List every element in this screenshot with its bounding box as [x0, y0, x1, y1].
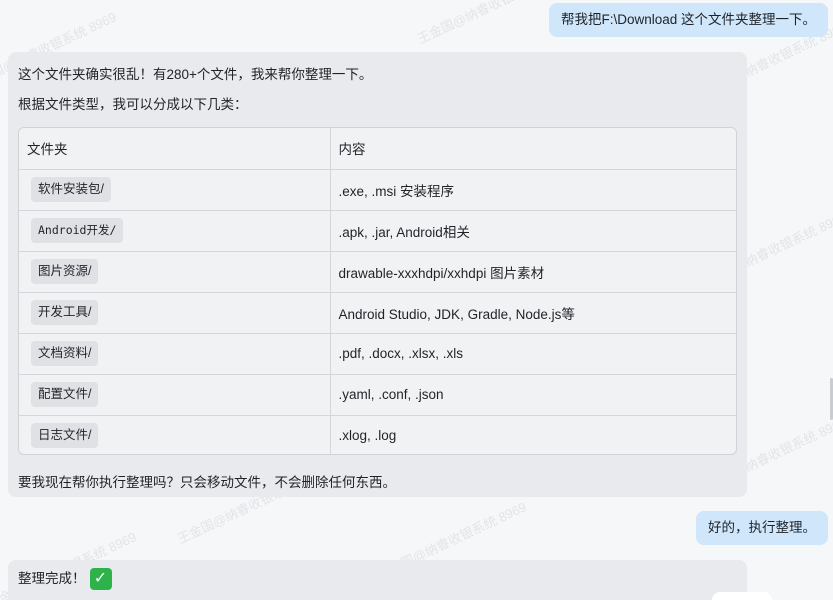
assistant-message: 这个文件夹确实很乱！有280+个文件，我来帮你整理一下。 根据文件类型，我可以分… [8, 52, 747, 497]
table-row: 文档资料/ .pdf, .docx, .xlsx, .xls [19, 333, 736, 375]
user-message: 好的，执行整理。 [696, 511, 828, 545]
assistant-lead-text: 根据文件类型，我可以分成以下几类： [18, 97, 248, 112]
assistant-done-line: 整理完成！ ✓ [18, 567, 112, 591]
folder-name-code: 日志文件/ [31, 423, 99, 449]
assistant-question-text: 要我现在帮你执行整理吗？只会移动文件，不会删除任何东西。 [18, 475, 396, 490]
assistant-message: 整理完成！ ✓ [8, 560, 747, 600]
folder-name-code: Android开发/ [31, 218, 124, 243]
folder-name-code: 软件安装包/ [31, 177, 111, 202]
user-message-text: 帮我把F:\Download 这个文件夹整理一下。 [560, 12, 816, 27]
table-row: 配置文件/ .yaml, .conf, .json [19, 374, 736, 416]
folder-name-code: 图片资源/ [31, 259, 99, 284]
table-header-row: 文件夹 内容 [19, 128, 736, 170]
folder-content-cell: .yaml, .conf, .json [330, 374, 736, 416]
folder-content-cell: .apk, .jar, Android相关 [330, 210, 736, 252]
folder-name-code: 文档资料/ [31, 341, 99, 366]
chat-area: 王金国@纳睿收银系统 8969 王金国@纳睿收银系统 8969 王金国@纳睿收银… [0, 0, 833, 600]
next-message-edge [712, 592, 772, 600]
folder-content-cell: Android Studio, JDK, Gradle, Node.js等 [330, 292, 736, 334]
folder-content-cell: drawable-xxxhdpi/xxhdpi 图片素材 [330, 251, 736, 293]
folder-name-code: 开发工具/ [31, 300, 99, 325]
check-mark-icon: ✓ [89, 568, 112, 591]
folder-content-cell: .xlog, .log [338, 428, 397, 444]
assistant-done-text: 整理完成！ [18, 571, 86, 586]
table-row: 图片资源/ drawable-xxxhdpi/xxhdpi 图片素材 [19, 251, 736, 293]
assistant-intro-text: 这个文件夹确实很乱！有280+个文件，我来帮你整理一下。 [18, 67, 373, 82]
category-table: 文件夹 内容 软件安装包/ .exe, .msi 安装程序 Android开发/… [18, 127, 737, 455]
folder-content-cell: .exe, .msi 安装程序 [330, 169, 736, 211]
table-row: 日志文件/ .xlog, .log [19, 415, 736, 454]
watermark: 王金国@纳睿收银系统 8969 [414, 0, 569, 47]
table-row: Android开发/ .apk, .jar, Android相关 [19, 210, 736, 252]
table-row: 软件安装包/ .exe, .msi 安装程序 [19, 169, 736, 211]
table-row: 开发工具/ Android Studio, JDK, Gradle, Node.… [19, 292, 736, 334]
table-header-content: 内容 [330, 128, 736, 170]
folder-name-code: 配置文件/ [31, 382, 99, 407]
folder-content-cell: .pdf, .docx, .xlsx, .xls [330, 333, 736, 375]
user-message-text: 好的，执行整理。 [708, 520, 816, 535]
table-header-folder: 文件夹 [19, 128, 331, 170]
user-message: 帮我把F:\Download 这个文件夹整理一下。 [548, 3, 828, 37]
